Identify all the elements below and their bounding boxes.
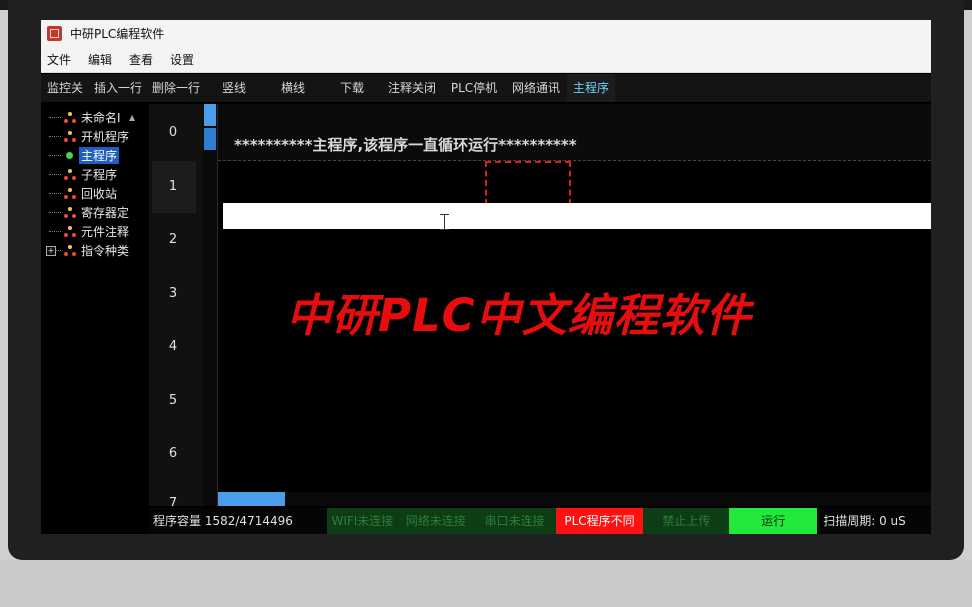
- app-logo-icon: [47, 25, 62, 41]
- program-comment-band: **********主程序,该程序一直循环运行**********: [218, 104, 931, 161]
- menu-bar: 文件 编辑 查看 设置: [41, 46, 931, 73]
- tree-connector: [49, 192, 61, 195]
- capacity-status: 程序容量 1582/4714496: [149, 508, 293, 534]
- horizontal-scroll-thumb[interactable]: [218, 492, 285, 506]
- tree-item-recycle-bin[interactable]: 回收站: [49, 184, 117, 203]
- app-window: 中研PLC编程软件 文件 编辑 查看 设置 监控关 插入一行 删除一行 竖线 横…: [41, 20, 931, 534]
- title-bar: 中研PLC编程软件: [41, 20, 931, 46]
- row-number: 4: [168, 339, 178, 354]
- tree-connector: [49, 116, 61, 119]
- tree-connector: [49, 173, 61, 176]
- vertical-line-button[interactable]: 竖线: [205, 74, 263, 102]
- tree-item-label: 回收站: [81, 187, 118, 201]
- program-node-icon: [63, 225, 77, 238]
- monitor-toggle-button[interactable]: 监控关: [41, 74, 89, 102]
- program-node-icon: [63, 111, 77, 124]
- program-node-icon: [63, 244, 77, 257]
- tree-item-startup[interactable]: 开机程序: [49, 127, 129, 146]
- expand-icon[interactable]: +: [46, 246, 56, 256]
- wifi-status: WIFI未连接: [327, 508, 398, 534]
- horizontal-line-button[interactable]: 横线: [263, 74, 323, 102]
- comment-toggle-button[interactable]: 注释关闭: [381, 74, 443, 102]
- tree-item-label: 主程序: [79, 147, 120, 164]
- row-number: 0: [168, 125, 178, 140]
- menu-view[interactable]: 查看: [125, 51, 157, 68]
- plc-stop-button[interactable]: PLC停机: [443, 74, 505, 102]
- tree-item-registers[interactable]: 寄存器定: [49, 203, 129, 222]
- menu-file[interactable]: 文件: [43, 51, 75, 68]
- tree-item-label: 寄存器定: [81, 206, 130, 220]
- delete-row-button[interactable]: 删除一行: [147, 74, 205, 102]
- tree-connector: [49, 230, 61, 233]
- vertical-scrollbar[interactable]: [203, 104, 217, 506]
- tree-item-label: 指令种类: [81, 244, 130, 258]
- tree-item-main-program[interactable]: 主程序: [49, 146, 120, 165]
- edit-cursor-box[interactable]: [485, 161, 571, 205]
- tree-connector: [49, 135, 61, 138]
- tree-item-instruction-types[interactable]: + 指令种类: [46, 241, 130, 260]
- network-status: 网络未连接: [397, 508, 474, 534]
- row-number-gutter: 0 1 2 3 4 5 6 7: [149, 104, 203, 506]
- window-title: 中研PLC编程软件: [70, 26, 165, 41]
- ladder-row-input[interactable]: [223, 203, 931, 229]
- row-number: 3: [168, 286, 178, 301]
- tree-connector: [49, 211, 61, 214]
- plc-program-diff-status: PLC程序不同: [555, 508, 644, 534]
- scan-cycle-status: 扫描周期: 0 uS: [817, 508, 931, 534]
- row-number: 5: [168, 393, 178, 408]
- tree-item-label: 未命名I: [81, 111, 121, 125]
- tree-item-label: 子程序: [81, 168, 118, 182]
- tree-item-label: 元件注释: [81, 225, 130, 239]
- project-tree: 未命名I 开机程序 主程序 子程序 回收站 寄存器定 元件注释 + 指令种类 ▲: [41, 104, 149, 504]
- ladder-editor-canvas[interactable]: **********主程序,该程序一直循环运行********** 中研PLC中…: [218, 104, 931, 506]
- capacity-value: 1582/4714496: [204, 514, 293, 528]
- tree-connector: [49, 154, 61, 157]
- download-button[interactable]: 下载: [323, 74, 381, 102]
- scan-label: 扫描周期:: [823, 514, 876, 528]
- network-comm-button[interactable]: 网络通讯: [505, 74, 567, 102]
- row-number: 2: [168, 232, 178, 247]
- serial-status: 串口未连接: [473, 508, 556, 534]
- program-node-icon: [63, 130, 77, 143]
- row-number: 6: [168, 446, 178, 461]
- tree-item-element-comments[interactable]: 元件注释: [49, 222, 129, 241]
- program-node-icon: [63, 168, 77, 181]
- menu-settings[interactable]: 设置: [166, 51, 198, 68]
- tree-item-label: 开机程序: [81, 130, 130, 144]
- tree-item-subprogram[interactable]: 子程序: [49, 165, 117, 184]
- menu-edit[interactable]: 编辑: [84, 51, 116, 68]
- toolbar: 监控关 插入一行 删除一行 竖线 横线 下载 注释关闭 PLC停机 网络通讯 主…: [41, 74, 931, 102]
- text-cursor-icon: [440, 214, 449, 230]
- row-number: 1: [168, 179, 178, 194]
- scan-value: 0 uS: [879, 514, 906, 528]
- run-status[interactable]: 运行: [729, 508, 818, 534]
- main-program-tab[interactable]: 主程序: [567, 74, 615, 102]
- overlay-title: 中研PLC中文编程软件: [286, 289, 752, 342]
- program-comment: **********主程序,该程序一直循环运行**********: [234, 136, 577, 154]
- program-node-icon: [63, 187, 77, 200]
- upload-status: 禁止上传: [643, 508, 730, 534]
- capacity-label: 程序容量: [153, 514, 202, 528]
- monitor-base: [0, 560, 972, 607]
- tree-item-unnamed[interactable]: 未命名I: [49, 108, 121, 127]
- vertical-scroll-thumb-lower[interactable]: [204, 126, 216, 150]
- insert-row-button[interactable]: 插入一行: [89, 74, 147, 102]
- scroll-up-icon[interactable]: ▲: [129, 113, 135, 122]
- row-number: 7: [168, 496, 178, 506]
- status-bar: 程序容量 1582/4714496 WIFI未连接 网络未连接 串口未连接 PL…: [149, 508, 931, 534]
- active-dot-icon: [66, 152, 73, 159]
- program-node-icon: [63, 206, 77, 219]
- horizontal-scrollbar[interactable]: [218, 492, 931, 506]
